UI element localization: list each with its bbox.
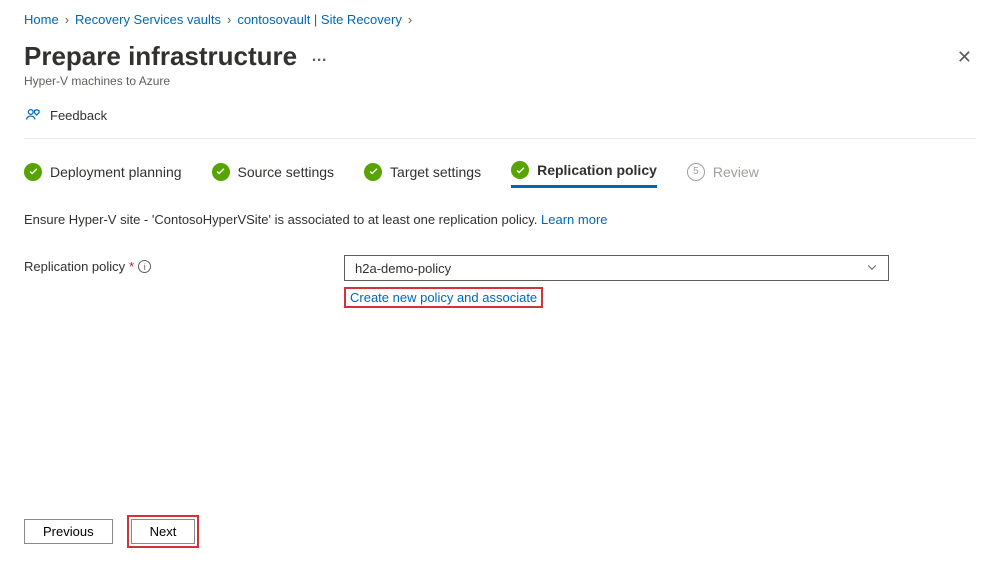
wizard-footer: Previous Next [24, 519, 195, 544]
next-button[interactable]: Next [131, 519, 196, 544]
check-icon [364, 163, 382, 181]
step-label: Replication policy [537, 162, 657, 178]
learn-more-link[interactable]: Learn more [541, 212, 607, 227]
step-deployment-planning[interactable]: Deployment planning [24, 163, 182, 187]
wizard-steps: Deployment planning Source settings Targ… [24, 161, 976, 188]
field-label-text: Replication policy [24, 259, 125, 274]
step-label: Review [713, 164, 759, 180]
step-replication-policy[interactable]: Replication policy [511, 161, 657, 188]
breadcrumb-vaults[interactable]: Recovery Services vaults [75, 12, 221, 27]
step-review: 5 Review [687, 163, 759, 187]
chevron-down-icon [866, 261, 878, 276]
intro-message: Ensure Hyper-V site - 'ContosoHyperVSite… [24, 212, 541, 227]
close-icon[interactable]: ✕ [953, 41, 976, 74]
more-icon[interactable]: … [311, 48, 329, 66]
page-subtitle: Hyper-V machines to Azure [24, 74, 329, 88]
intro-text: Ensure Hyper-V site - 'ContosoHyperVSite… [24, 212, 976, 227]
feedback-icon [24, 106, 42, 124]
page-title: Prepare infrastructure … [24, 41, 329, 72]
feedback-label: Feedback [50, 108, 107, 123]
chevron-right-icon: › [408, 12, 412, 27]
breadcrumb-home[interactable]: Home [24, 12, 59, 27]
chevron-right-icon: › [227, 12, 231, 27]
step-label: Target settings [390, 164, 481, 180]
page-title-text: Prepare infrastructure [24, 41, 297, 72]
check-icon [212, 163, 230, 181]
replication-policy-label: Replication policy * i [24, 255, 344, 274]
info-icon[interactable]: i [138, 260, 151, 273]
feedback-button[interactable]: Feedback [24, 106, 976, 139]
breadcrumb: Home › Recovery Services vaults › contos… [24, 8, 976, 35]
step-target-settings[interactable]: Target settings [364, 163, 481, 187]
step-source-settings[interactable]: Source settings [212, 163, 335, 187]
step-number-icon: 5 [687, 163, 705, 181]
step-label: Source settings [238, 164, 335, 180]
select-value: h2a-demo-policy [355, 261, 451, 276]
required-indicator: * [129, 259, 134, 274]
check-icon [511, 161, 529, 179]
create-policy-highlight: Create new policy and associate [344, 287, 543, 308]
breadcrumb-vault[interactable]: contosovault | Site Recovery [237, 12, 402, 27]
create-new-policy-link[interactable]: Create new policy and associate [350, 290, 537, 305]
step-label: Deployment planning [50, 164, 182, 180]
chevron-right-icon: › [65, 12, 69, 27]
replication-policy-select[interactable]: h2a-demo-policy [344, 255, 889, 281]
check-icon [24, 163, 42, 181]
previous-button[interactable]: Previous [24, 519, 113, 544]
